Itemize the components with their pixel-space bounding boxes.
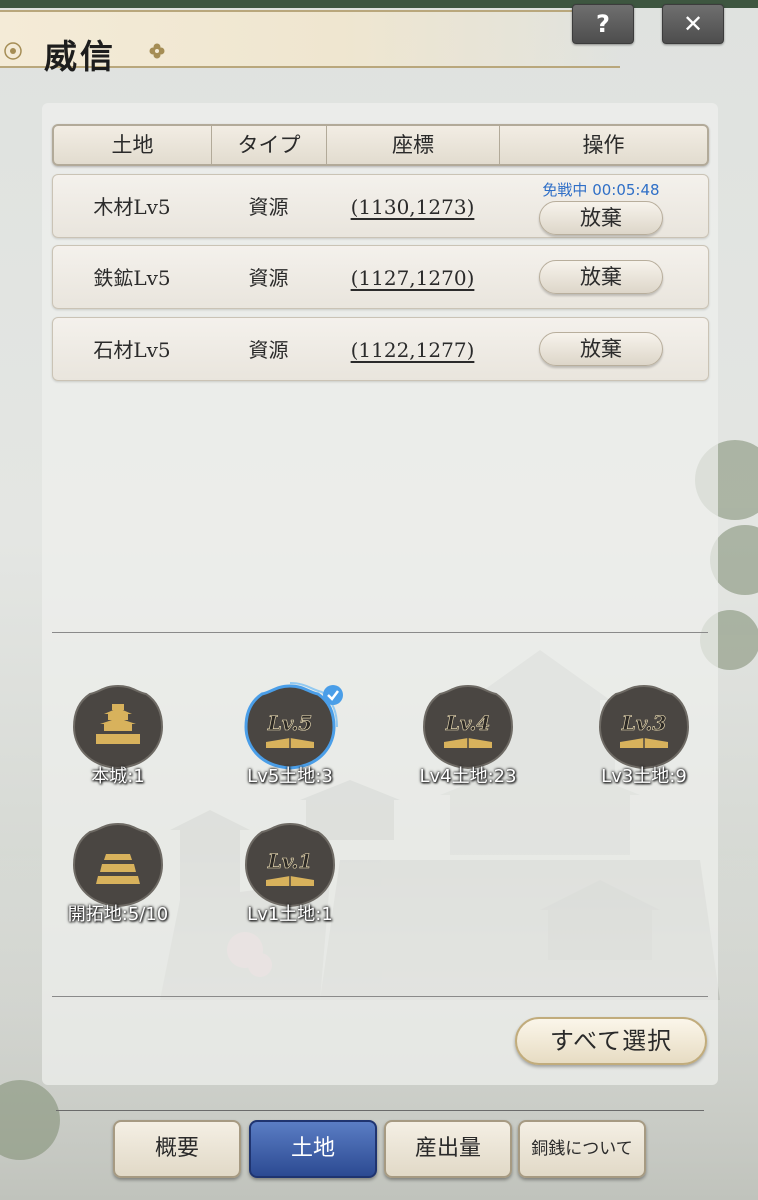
column-header-land: 土地 [54,126,212,164]
land-filter-label: Lv4土地:23 [419,766,517,787]
tab-copper-coins[interactable]: 銅銭について [518,1120,646,1178]
land-filter-label: Lv1土地:1 [247,904,333,925]
title-bar: 威信 [0,10,620,76]
truce-status: 免戦中 00:05:48 [542,181,660,199]
table-header: 土地 タイプ 座標 操作 [52,124,709,166]
land-type: 資源 [248,195,289,219]
abandon-button[interactable]: 放棄 [539,260,663,294]
svg-text:Lv.3: Lv.3 [621,711,667,735]
help-button[interactable]: ? [572,4,634,44]
table-row: 鉄鉱Lv5 資源 (1127,1270) 放棄 [52,245,709,309]
land-type: 資源 [248,266,289,290]
divider [52,632,708,633]
land-filter-lv5[interactable]: Lv.5 Lv5土地:3 [220,682,360,792]
tab-overview[interactable]: 概要 [113,1120,241,1178]
top-decorative-strip [0,0,758,8]
land-type: 資源 [248,338,289,362]
land-filter-label: Lv3土地:9 [601,766,687,787]
land-level-icon: Lv.1 [244,822,336,908]
tab-divider [56,1110,704,1111]
close-icon: ✕ [682,10,704,38]
land-name: 石材Lv5 [93,338,171,362]
abandon-button[interactable]: 放棄 [539,332,663,366]
svg-text:Lv.1: Lv.1 [267,849,313,873]
selected-check-icon [323,685,343,705]
svg-text:Lv.5: Lv.5 [267,711,313,735]
divider [52,996,708,997]
column-header-action: 操作 [582,133,625,157]
flower-ornament-icon [4,42,22,60]
help-icon: ? [596,10,610,38]
tab-land[interactable]: 土地 [249,1120,377,1178]
close-button[interactable]: ✕ [662,4,724,44]
land-level-icon: Lv.3 [598,684,690,770]
land-filter-label: 開拓地:5/10 [67,904,169,925]
column-header-coords: 座標 [327,126,500,164]
land-filter-label: 本城:1 [91,766,145,787]
table-row: 木材Lv5 資源 (1130,1273) 免戦中 00:05:48 放棄 [52,174,709,238]
land-name: 鉄鉱Lv5 [93,266,171,290]
land-name: 木材Lv5 [93,195,171,219]
coordinates-link[interactable]: (1127,1270) [326,246,499,310]
table-row: 石材Lv5 資源 (1122,1277) 放棄 [52,317,709,381]
land-filter-lv3[interactable]: Lv.3 Lv3土地:9 [574,682,714,792]
castle-icon [72,684,164,770]
land-level-icon: Lv.4 [422,684,514,770]
column-header-type: タイプ [212,126,327,164]
select-all-button[interactable]: すべて選択 [515,1017,707,1065]
land-filter-castle[interactable]: 本城:1 [48,682,188,792]
flower-ornament-icon [149,43,165,59]
page-title: 威信 [44,37,116,76]
developed-land-icon [72,822,164,908]
land-filter-lv4[interactable]: Lv.4 Lv4土地:23 [398,682,538,792]
tab-production[interactable]: 産出量 [384,1120,512,1178]
land-filter-label: Lv5土地:3 [247,766,333,787]
abandon-button[interactable]: 放棄 [539,201,663,235]
svg-text:Lv.4: Lv.4 [445,711,491,735]
land-filter-developed[interactable]: 開拓地:5/10 [48,820,188,930]
land-filter-lv1[interactable]: Lv.1 Lv1土地:1 [220,820,360,930]
coordinates-link[interactable]: (1122,1277) [326,318,499,382]
coordinates-link[interactable]: (1130,1273) [326,175,499,239]
